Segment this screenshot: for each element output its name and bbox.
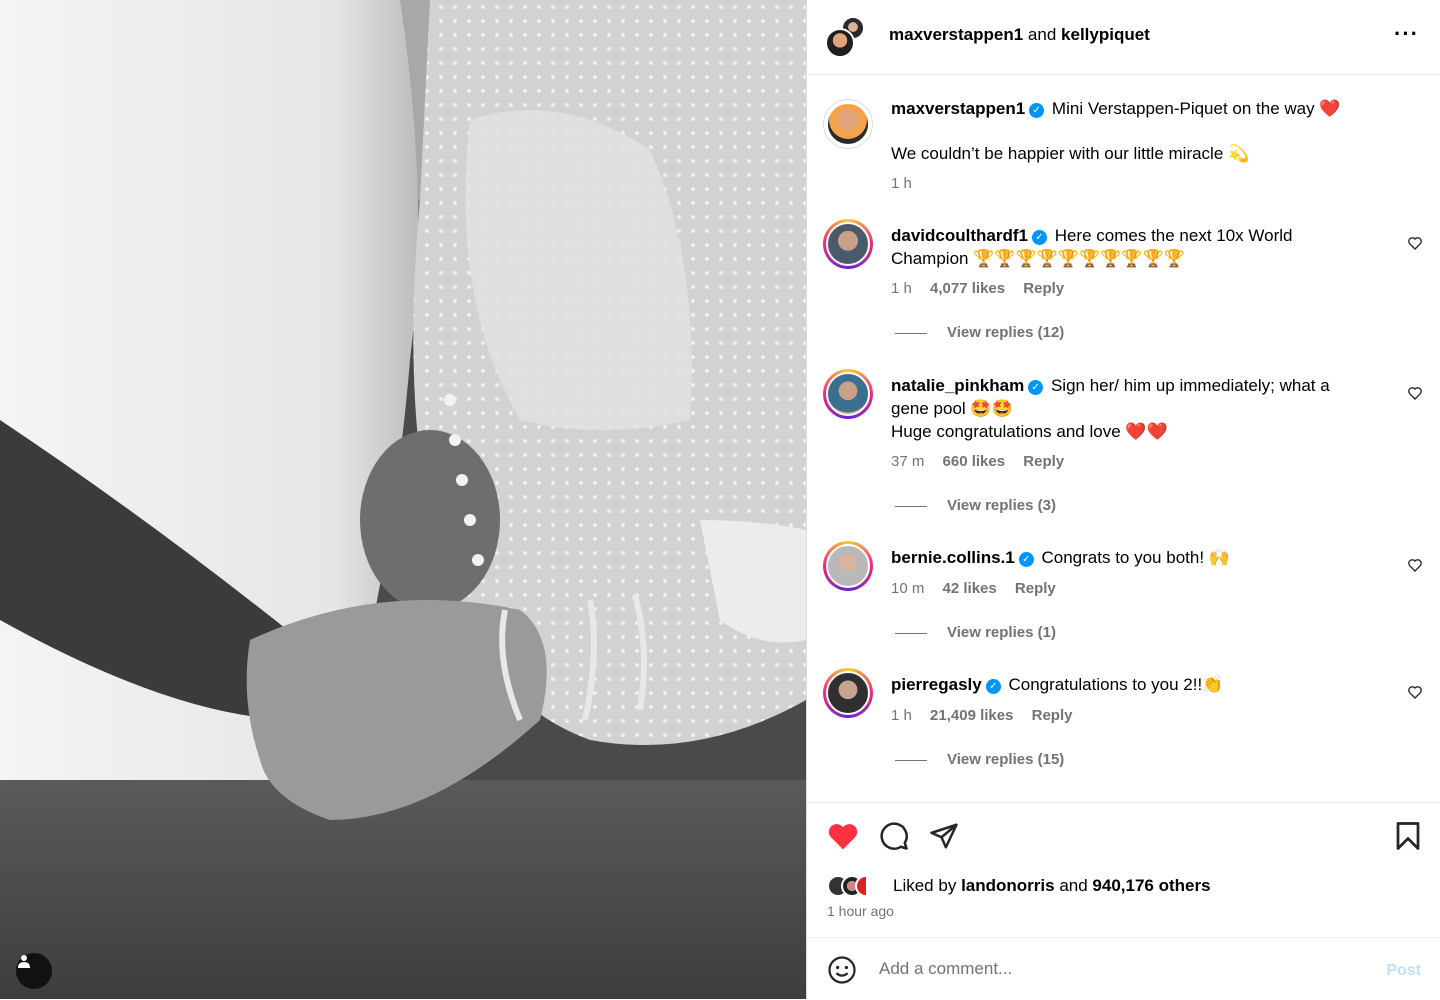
liked-by-user[interactable]: landonorris bbox=[961, 876, 1055, 896]
post-actions: Liked by landonorris and 940,176 others … bbox=[807, 802, 1440, 939]
bookmark-icon[interactable] bbox=[1395, 821, 1421, 851]
comment-time[interactable]: 37 m bbox=[891, 453, 924, 470]
replies-divider bbox=[895, 332, 927, 334]
avatar[interactable] bbox=[823, 541, 873, 591]
caption-text: maxverstappen1 ✓ Mini Verstappen-Piquet o… bbox=[891, 97, 1411, 165]
reply-button[interactable]: Reply bbox=[1032, 707, 1073, 724]
comment-time[interactable]: 1 h bbox=[891, 280, 912, 297]
comment-time[interactable]: 10 m bbox=[891, 580, 924, 597]
photo-illustration bbox=[0, 0, 806, 999]
comment-time[interactable]: 1 h bbox=[891, 707, 912, 724]
caption-line1: Mini Verstappen-Piquet on the way ❤️ bbox=[1051, 99, 1341, 118]
caption-meta: 1 h bbox=[891, 175, 926, 192]
comment-body: Congrats to you both! 🙌 bbox=[1041, 548, 1230, 567]
comment-meta: 1 h 21,409 likes Reply bbox=[891, 707, 1086, 724]
collaborator-link[interactable]: kellypiquet bbox=[1061, 25, 1150, 44]
likes-summary: Liked by landonorris and 940,176 others bbox=[827, 875, 1211, 897]
post-side-panel: maxverstappen1 and kellypiquet ··· maxve… bbox=[806, 0, 1440, 999]
avatar[interactable] bbox=[823, 219, 873, 269]
liked-by-others[interactable]: 940,176 others bbox=[1092, 876, 1210, 896]
comment-meta: 37 m 660 likes Reply bbox=[891, 453, 1078, 470]
comment-meta: 1 h 4,077 likes Reply bbox=[891, 280, 1078, 297]
reply-button[interactable]: Reply bbox=[1023, 280, 1064, 297]
replies-divider bbox=[895, 759, 927, 761]
comment-body: Congratulations to you 2!!👏 bbox=[1008, 675, 1224, 694]
verified-badge-icon: ✓ bbox=[1018, 552, 1034, 567]
heart-filled-icon[interactable] bbox=[827, 821, 859, 851]
post-header: maxverstappen1 and kellypiquet ··· bbox=[807, 0, 1440, 75]
comment-likes[interactable]: 21,409 likes bbox=[930, 707, 1013, 724]
verified-badge-icon: ✓ bbox=[1028, 380, 1044, 395]
authors-joiner: and bbox=[1027, 25, 1057, 44]
post-photo[interactable] bbox=[0, 0, 806, 999]
view-replies-label: View replies (3) bbox=[947, 497, 1056, 514]
comment-text: davidcoulthardf1 ✓ Here comes the next 10… bbox=[891, 224, 1371, 270]
post-timestamp[interactable]: 1 hour ago bbox=[827, 903, 894, 919]
view-replies-label: View replies (1) bbox=[947, 624, 1056, 641]
reply-button[interactable]: Reply bbox=[1023, 453, 1064, 470]
comment-icon[interactable] bbox=[879, 821, 909, 851]
view-replies-button[interactable]: View replies (1) bbox=[895, 624, 1056, 641]
comments-feed[interactable]: maxverstappen1 ✓ Mini Verstappen-Piquet o… bbox=[807, 75, 1440, 802]
view-replies-label: View replies (15) bbox=[947, 751, 1065, 768]
view-replies-button[interactable]: View replies (3) bbox=[895, 497, 1056, 514]
post-authors: maxverstappen1 and kellypiquet bbox=[889, 25, 1150, 45]
tagged-users-button[interactable] bbox=[16, 953, 52, 989]
avatar-owner[interactable] bbox=[825, 28, 855, 58]
post-comment-button[interactable]: Post bbox=[1386, 962, 1421, 980]
avatar[interactable] bbox=[823, 99, 873, 149]
comment-username[interactable]: pierregasly bbox=[891, 675, 982, 694]
replies-divider bbox=[895, 505, 927, 507]
heart-outline-icon[interactable] bbox=[1407, 385, 1423, 401]
comment-username[interactable]: davidcoulthardf1 bbox=[891, 226, 1028, 245]
caption-username[interactable]: maxverstappen1 bbox=[891, 99, 1025, 118]
comment-text: natalie_pinkham ✓ Sign her/ him up immedi… bbox=[891, 374, 1371, 443]
verified-badge-icon: ✓ bbox=[1031, 230, 1047, 245]
caption-line2: We couldn’t be happier with our little m… bbox=[891, 144, 1250, 163]
comment-text: pierregasly ✓ Congratulations to you 2!!👏 bbox=[891, 673, 1371, 696]
comment-body-line2: Huge congratulations and love ❤️❤️ bbox=[891, 422, 1168, 441]
comment-username[interactable]: bernie.collins.1 bbox=[891, 548, 1015, 567]
comment-likes[interactable]: 4,077 likes bbox=[930, 280, 1005, 297]
liked-by-prefix: Liked by bbox=[893, 876, 957, 895]
liked-by-joiner: and bbox=[1059, 876, 1088, 895]
more-icon[interactable]: ··· bbox=[1394, 23, 1419, 45]
heart-outline-icon[interactable] bbox=[1407, 557, 1423, 573]
author-link[interactable]: maxverstappen1 bbox=[889, 25, 1023, 44]
reply-button[interactable]: Reply bbox=[1015, 580, 1056, 597]
share-icon[interactable] bbox=[929, 821, 959, 851]
avatar[interactable] bbox=[823, 369, 873, 419]
comment-likes[interactable]: 660 likes bbox=[943, 453, 1006, 470]
comment-text: bernie.collins.1 ✓ Congrats to you both! … bbox=[891, 546, 1371, 569]
comment-meta: 10 m 42 likes Reply bbox=[891, 580, 1070, 597]
emoji-icon[interactable] bbox=[827, 955, 857, 985]
view-replies-button[interactable]: View replies (12) bbox=[895, 324, 1064, 341]
verified-badge-icon: ✓ bbox=[1029, 103, 1045, 118]
liker-avatar[interactable] bbox=[855, 875, 877, 897]
view-replies-button[interactable]: View replies (15) bbox=[895, 751, 1064, 768]
heart-outline-icon[interactable] bbox=[1407, 235, 1423, 251]
comment-composer: Post bbox=[807, 937, 1440, 1000]
verified-badge-icon: ✓ bbox=[985, 679, 1001, 694]
person-icon bbox=[18, 955, 30, 968]
comment-likes[interactable]: 42 likes bbox=[943, 580, 997, 597]
comment-input[interactable] bbox=[877, 955, 1361, 983]
caption-time[interactable]: 1 h bbox=[891, 175, 912, 192]
heart-outline-icon[interactable] bbox=[1407, 684, 1423, 700]
comment-username[interactable]: natalie_pinkham bbox=[891, 376, 1024, 395]
avatar[interactable] bbox=[823, 668, 873, 718]
replies-divider bbox=[895, 632, 927, 634]
view-replies-label: View replies (12) bbox=[947, 324, 1065, 341]
